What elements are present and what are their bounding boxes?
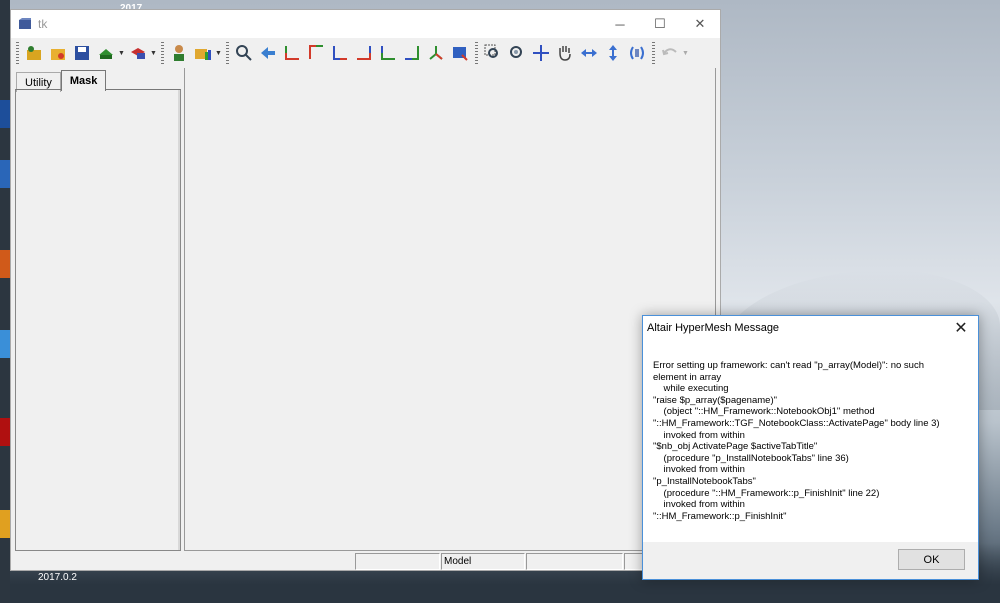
view-xz-icon[interactable] [352,41,376,65]
chevron-down-icon[interactable]: ▼ [118,50,126,57]
chevron-down-icon[interactable]: ▼ [682,50,690,57]
chevron-down-icon[interactable]: ▼ [215,50,223,57]
tk-feather-icon [19,18,31,29]
close-button[interactable]: ✕ [680,10,720,38]
desktop-label-bottom: 2017.0.2 [38,572,77,583]
user-icon[interactable] [167,41,191,65]
status-field-model: Model [441,553,525,570]
view-yx-icon[interactable] [304,41,328,65]
zoom-fit-icon[interactable] [232,41,256,65]
toolbar-separator [475,42,478,64]
chevron-down-icon[interactable]: ▼ [150,50,158,57]
minimize-button[interactable]: ─ [600,10,640,38]
export-icon[interactable] [94,41,118,65]
window-title: tk [38,17,48,31]
view-iso-icon[interactable] [424,41,448,65]
desktop-app-icon[interactable] [0,100,10,128]
rotate-vertical-icon[interactable] [601,41,625,65]
pan-cross-icon[interactable] [529,41,553,65]
dialog-message: Error setting up framework: can't read "… [653,360,940,522]
desktop-app-icon[interactable] [0,418,10,446]
desktop-app-icon[interactable] [0,250,10,278]
dialog-titlebar[interactable]: Altair HyperMesh Message ✕ [643,316,978,340]
toolbar-separator [226,42,229,64]
desktop-app-icon[interactable] [0,330,10,358]
toolbar-grip[interactable] [16,42,19,64]
tab-panel [15,89,181,551]
desktop-icon-strip [0,0,10,603]
pan-hand-icon[interactable] [553,41,577,65]
geometry-icon[interactable] [126,41,150,65]
view-yz-icon[interactable] [400,41,424,65]
view-back-icon[interactable] [256,41,280,65]
toolbar-separator [161,42,164,64]
desktop-app-icon[interactable] [0,160,10,188]
status-field [355,553,440,570]
zoom-window-icon[interactable] [481,41,505,65]
tk-window: tk ─ ☐ ✕ ▼ ▼ ▼ ▼ Utility Mask Model [10,9,721,571]
dialog-title: Altair HyperMesh Message [647,322,780,334]
zoom-dynamic-icon[interactable] [505,41,529,65]
undo-icon[interactable] [658,41,682,65]
dialog-close-button[interactable]: ✕ [944,316,978,340]
view-zx-icon[interactable] [328,41,352,65]
model-open-icon[interactable] [22,41,46,65]
window-titlebar[interactable]: tk ─ ☐ ✕ [11,10,720,38]
ok-button[interactable]: OK [898,549,965,570]
toolbar-separator [652,42,655,64]
view-xy-icon[interactable] [280,41,304,65]
notebook-tabs: Utility Mask [16,70,107,92]
entity-import-icon[interactable] [191,41,215,65]
rotate-horizontal-icon[interactable] [577,41,601,65]
main-toolbar: ▼ ▼ ▼ ▼ [11,38,720,68]
maximize-button[interactable]: ☐ [640,10,680,38]
status-bar: Model [11,553,720,571]
window-controls: ─ ☐ ✕ [600,10,720,38]
tab-mask[interactable]: Mask [60,70,107,91]
model-import-icon[interactable] [46,41,70,65]
dialog-footer: OK [643,542,978,579]
desktop-app-icon[interactable] [0,510,10,538]
rotate-spin-icon[interactable] [625,41,649,65]
graphics-area[interactable] [184,68,716,551]
view-flip-icon[interactable] [448,41,472,65]
view-zy-icon[interactable] [376,41,400,65]
message-dialog: Altair HyperMesh Message ✕ Error setting… [642,315,979,580]
panel-divider[interactable] [178,90,180,550]
save-icon[interactable] [70,41,94,65]
status-field [526,553,623,570]
